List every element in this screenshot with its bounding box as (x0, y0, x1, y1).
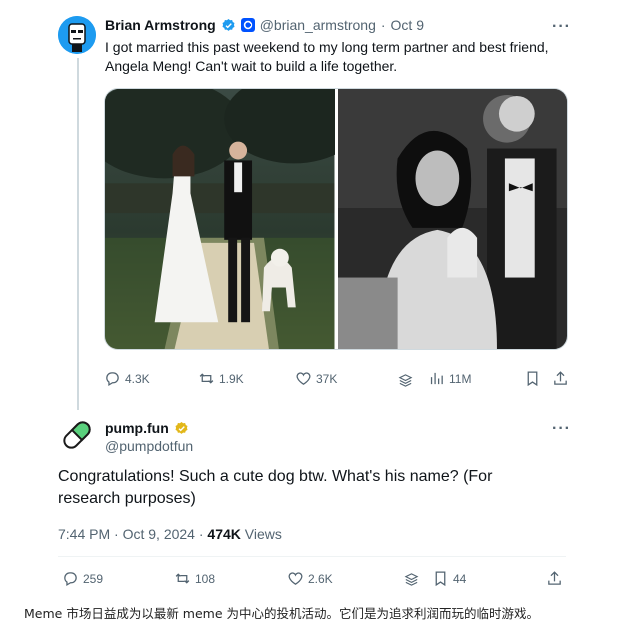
stack-layers-icon (398, 374, 413, 387)
reply-reply-count: 259 (83, 571, 104, 586)
reply-text: Congratulations! Such a cute dog btw. Wh… (58, 468, 493, 507)
reply-icon (64, 572, 77, 587)
retweet-button[interactable]: 1.9K (198, 370, 244, 387)
separator-dot: · (380, 17, 386, 33)
reply-views-count: 474K (207, 526, 241, 542)
bookmark-icon (527, 371, 538, 387)
tweet-media[interactable] (104, 88, 568, 350)
reply-button[interactable]: 4.3K (104, 370, 150, 387)
image-caption: Meme 市场日益成为以最新 meme 为中心的投机活动。它们是为追求利润而玩的… (24, 606, 539, 621)
author-name[interactable]: Brian Armstrong (105, 17, 216, 33)
heart-icon (288, 572, 303, 585)
stack-layers-icon (404, 573, 419, 586)
reply-reply-button[interactable]: 259 (62, 570, 103, 587)
coinbase-affiliate-icon (240, 18, 255, 32)
like-count: 37K (316, 371, 338, 386)
retweet-icon (199, 373, 214, 384)
reply-author-line: pump.fun (105, 420, 189, 436)
share-icon (548, 571, 561, 585)
bookmark-icon (435, 571, 446, 587)
gold-verified-badge-icon (175, 421, 188, 434)
reply-timestamp[interactable]: 7:44 PM · Oct 9, 2024 · (58, 526, 207, 542)
avatar-pumpfun[interactable] (58, 416, 96, 454)
thread-connector-line (77, 58, 79, 410)
like-button[interactable]: 37K (295, 370, 337, 387)
avatar-brian[interactable] (58, 16, 96, 54)
reply-bookmark-count: 44 (453, 571, 467, 586)
reply-like-count: 2.6K (308, 571, 333, 586)
reply-retweet-button[interactable]: 108 (174, 570, 215, 587)
grok-stack-button[interactable] (397, 372, 414, 389)
reply-author-name[interactable]: pump.fun (105, 420, 169, 436)
reply-like-button[interactable]: 2.6K (287, 570, 333, 587)
author-handle[interactable]: @brian_armstrong (260, 17, 376, 33)
more-options-icon[interactable]: ··· (552, 18, 571, 36)
views-count: 11M (449, 371, 472, 386)
share-button[interactable] (552, 370, 569, 387)
retweet-icon (175, 573, 190, 584)
reply-share-button[interactable] (546, 570, 563, 587)
reply-icon (106, 372, 119, 387)
tweet-text-line-2: Angela Meng! Can't wait to build a life … (105, 58, 398, 74)
bookmark-button[interactable] (524, 370, 541, 387)
tweet-text: I got married this past weekend to my lo… (105, 38, 565, 76)
reply-retweet-count: 108 (195, 571, 216, 586)
reply-author-handle[interactable]: @pumpdotfun (105, 438, 193, 454)
reply-grok-stack-button[interactable] (403, 571, 420, 588)
tweet-date[interactable]: Oct 9 (391, 17, 424, 33)
retweet-count: 1.9K (219, 371, 244, 386)
verified-badge-icon (222, 18, 235, 31)
wedding-photo-bw[interactable] (337, 89, 567, 349)
reply-bookmark-button[interactable]: 44 (432, 570, 466, 587)
tweet-header: Brian Armstrong @brian_armstrong · Oct 9 (105, 17, 424, 33)
reply-count: 4.3K (125, 371, 150, 386)
divider (58, 556, 566, 557)
reply-views-label: Views (240, 526, 282, 542)
views-button[interactable]: 11M (428, 370, 471, 387)
share-icon (554, 371, 567, 385)
analytics-bars-icon (430, 372, 443, 385)
heart-icon (296, 372, 311, 385)
tweet-text-line-1: I got married this past weekend to my lo… (105, 39, 549, 55)
reply-meta: 7:44 PM · Oct 9, 2024 · 474K Views (58, 526, 282, 542)
reply-more-options-icon[interactable]: ··· (552, 420, 571, 438)
wedding-photo-color[interactable] (105, 89, 364, 349)
